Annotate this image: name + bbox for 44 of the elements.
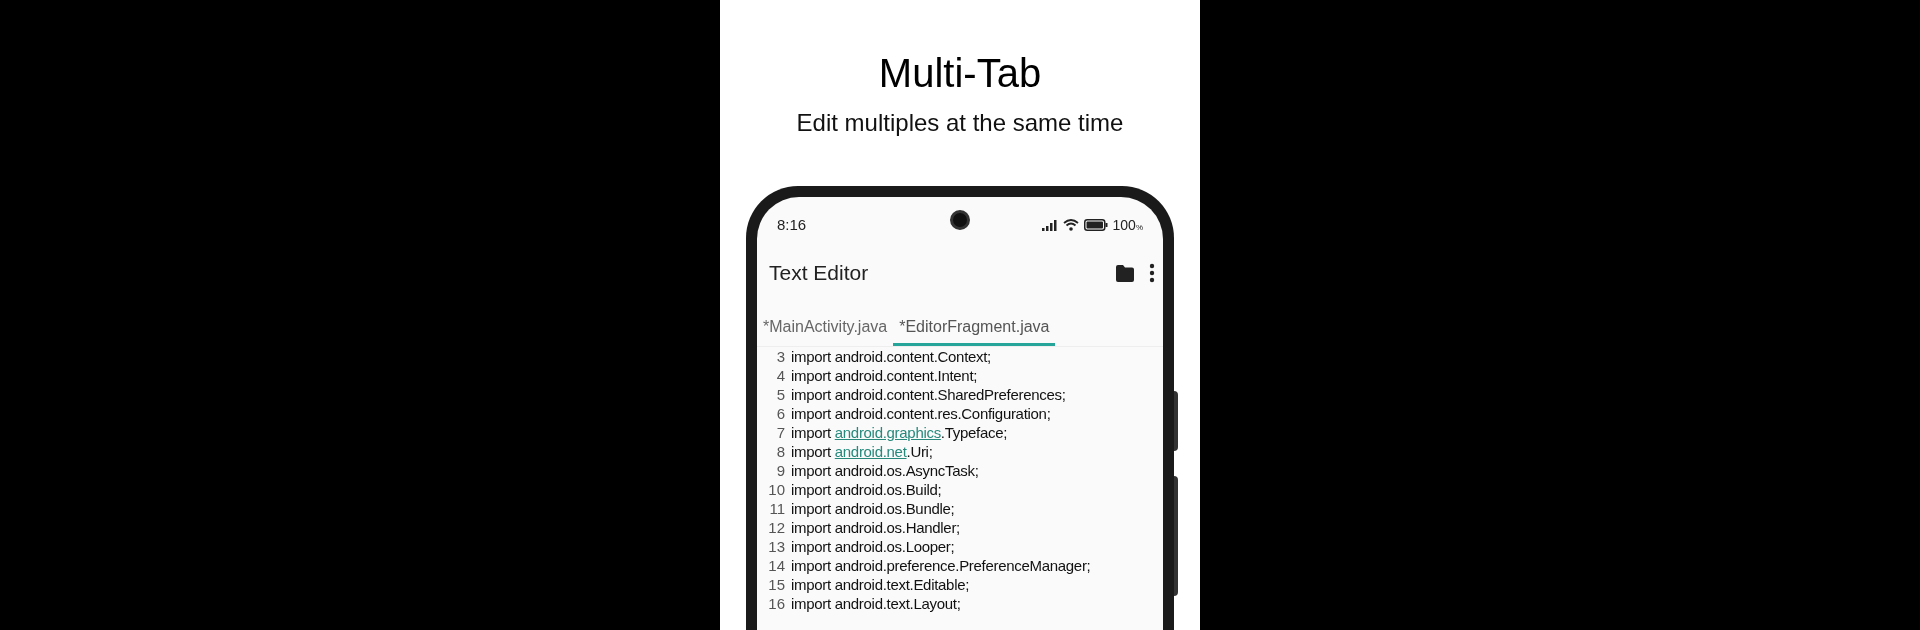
code-line: import android.text.Editable;: [791, 575, 970, 596]
line-number: 3: [775, 347, 785, 368]
file-tab[interactable]: *EditorFragment.java: [893, 316, 1056, 346]
signal-icon: [1041, 219, 1058, 231]
wifi-icon: [1062, 219, 1079, 231]
code-line: import android.graphics.Typeface;: [791, 423, 1008, 444]
line-number: 13: [767, 537, 785, 558]
battery-unit: %: [1135, 222, 1143, 234]
line-number: 7: [775, 423, 785, 444]
code-line: import android.os.AsyncTask;: [791, 461, 979, 482]
code-line: import android.os.Handler;: [791, 518, 960, 539]
app-title: Text Editor: [769, 260, 869, 287]
battery-icon: [1083, 219, 1108, 231]
code-line: import android.os.Build;: [791, 480, 942, 501]
camera-icon: [950, 210, 970, 230]
line-number: 15: [767, 575, 785, 596]
file-tab[interactable]: *MainActivity.java: [757, 316, 894, 346]
folder-icon[interactable]: [1115, 264, 1135, 282]
code-line: import android.preference.PreferenceManager;: [791, 556, 1091, 577]
link[interactable]: android.graphics: [834, 424, 941, 442]
code-line: import android.os.Bundle;: [791, 499, 955, 520]
line-number: 5: [775, 385, 785, 406]
line-number: 6: [775, 404, 785, 425]
code-line: import android.content.Context;: [791, 347, 991, 368]
line-number: 4: [775, 366, 785, 387]
code-line: import android.content.Intent;: [791, 366, 978, 387]
link[interactable]: android.net: [834, 443, 907, 461]
line-number: 8: [775, 442, 785, 463]
code-line: import android.content.res.Configuration;: [791, 404, 1051, 425]
line-number: 12: [767, 518, 785, 539]
line-number: 16: [767, 594, 785, 615]
code-line: import android.content.SharedPreferences;: [791, 385, 1066, 406]
line-number: 14: [767, 556, 785, 577]
code-line: import android.text.Layout;: [791, 594, 961, 615]
more-options-icon[interactable]: [1149, 263, 1155, 283]
code-line: import android.os.Looper;: [791, 537, 955, 558]
line-number: 9: [775, 461, 785, 482]
headline-title: Multi-Tab: [878, 50, 1042, 96]
status-time: 8:16: [777, 214, 807, 235]
line-number: 11: [768, 499, 785, 520]
line-number: 10: [767, 480, 785, 501]
headline-subtitle: Edit multiples at the same time: [796, 108, 1124, 138]
battery-level: 100: [1112, 215, 1136, 235]
code-line: import android.net.Uri;: [791, 442, 933, 463]
